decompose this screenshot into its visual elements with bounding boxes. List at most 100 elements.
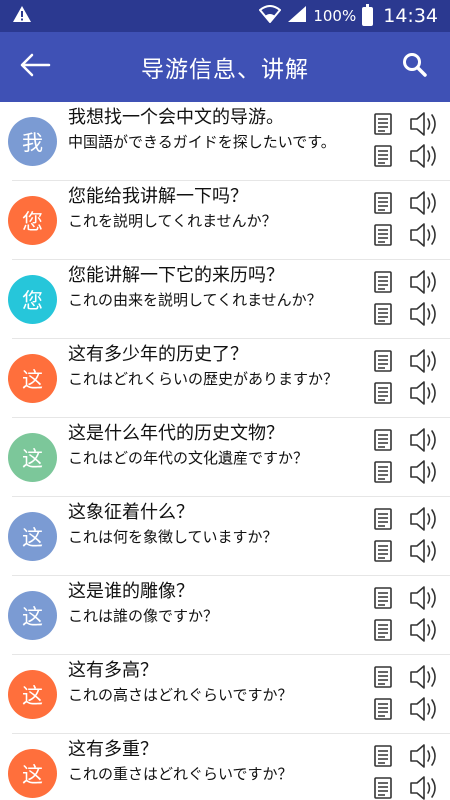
speaker-icon: [410, 507, 436, 531]
document-icon: [374, 224, 392, 246]
document-icon: [374, 429, 392, 451]
speak-chinese-button[interactable]: [408, 425, 442, 455]
speak-japanese-button[interactable]: [408, 378, 442, 408]
back-button[interactable]: [0, 32, 70, 102]
chinese-text: 您能给我讲解一下吗？: [68, 186, 248, 207]
copy-japanese-button[interactable]: [372, 617, 394, 643]
speaker-icon: [410, 302, 436, 326]
list-item[interactable]: 这 这有多重？ これの重さはどれぐらいですか？: [8, 734, 450, 800]
list-item[interactable]: 这 这是什么年代的历史文物？ これはどの年代の文化遺産ですか？: [8, 418, 450, 497]
copy-chinese-button[interactable]: [372, 506, 394, 532]
japanese-text: これの由来を説明してくれませんか？: [68, 291, 322, 309]
copy-chinese-button[interactable]: [372, 111, 394, 137]
battery-percent: 100%: [313, 7, 357, 25]
document-icon: [374, 192, 392, 214]
japanese-text: これの高さはどれぐらいですか？: [68, 686, 293, 704]
speak-chinese-button[interactable]: [408, 267, 442, 297]
warning-icon: [12, 5, 32, 27]
chinese-text: 这是谁的雕像？: [68, 581, 194, 602]
list-item[interactable]: 这 这象征着什么？ これは何を象徴していますか？: [8, 497, 450, 576]
copy-japanese-button[interactable]: [372, 696, 394, 722]
speak-chinese-button[interactable]: [408, 109, 442, 139]
document-icon: [374, 461, 392, 483]
copy-chinese-button[interactable]: [372, 427, 394, 453]
document-icon: [374, 145, 392, 167]
document-icon: [374, 698, 392, 720]
chinese-text: 这有多重？: [68, 739, 158, 760]
speak-japanese-button[interactable]: [408, 220, 442, 250]
speak-chinese-button[interactable]: [408, 741, 442, 771]
phrase-list[interactable]: 我 我想找一个会中文的导游。 中国語ができるガイドを探したいです。 您 您能给我…: [0, 102, 450, 800]
speak-japanese-button[interactable]: [408, 615, 442, 645]
speak-chinese-button[interactable]: [408, 662, 442, 692]
list-item[interactable]: 我 我想找一个会中文的导游。 中国語ができるガイドを探したいです。: [8, 102, 450, 181]
japanese-text: これを説明してくれませんか？: [68, 212, 277, 230]
speaker-icon: [410, 618, 436, 642]
avatar: 这: [8, 354, 57, 403]
list-item[interactable]: 您 您能讲解一下它的来历吗？ これの由来を説明してくれませんか？: [8, 260, 450, 339]
list-item[interactable]: 您 您能给我讲解一下吗？ これを説明してくれませんか？: [8, 181, 450, 260]
search-button[interactable]: [380, 32, 450, 102]
document-icon: [374, 113, 392, 135]
speaker-icon: [410, 112, 436, 136]
document-icon: [374, 619, 392, 641]
speak-chinese-button[interactable]: [408, 188, 442, 218]
copy-chinese-button[interactable]: [372, 585, 394, 611]
speak-chinese-button[interactable]: [408, 583, 442, 613]
copy-japanese-button[interactable]: [372, 775, 394, 800]
copy-japanese-button[interactable]: [372, 380, 394, 406]
chinese-text: 这有多少年的历史了？: [68, 344, 248, 365]
speaker-icon: [410, 665, 436, 689]
speak-japanese-button[interactable]: [408, 694, 442, 724]
avatar: 这: [8, 591, 57, 640]
wifi-icon: [258, 5, 282, 27]
speaker-icon: [410, 144, 436, 168]
copy-chinese-button[interactable]: [372, 348, 394, 374]
copy-chinese-button[interactable]: [372, 269, 394, 295]
speaker-icon: [410, 744, 436, 768]
copy-japanese-button[interactable]: [372, 143, 394, 169]
chinese-text: 这有多高？: [68, 660, 158, 681]
list-item[interactable]: 这 这有多少年的历史了？ これはどれくらいの歴史がありますか？: [8, 339, 450, 418]
copy-japanese-button[interactable]: [372, 459, 394, 485]
page-title: 导游信息、讲解: [141, 57, 309, 83]
copy-chinese-button[interactable]: [372, 664, 394, 690]
speaker-icon: [410, 586, 436, 610]
japanese-text: 中国語ができるガイドを探したいです。: [68, 133, 336, 151]
speaker-icon: [410, 191, 436, 215]
list-item[interactable]: 这 这有多高？ これの高さはどれぐらいですか？: [8, 655, 450, 734]
copy-chinese-button[interactable]: [372, 743, 394, 769]
speak-japanese-button[interactable]: [408, 299, 442, 329]
avatar: 您: [8, 275, 57, 324]
avatar: 您: [8, 196, 57, 245]
status-time: 14:34: [383, 5, 438, 27]
speak-japanese-button[interactable]: [408, 536, 442, 566]
document-icon: [374, 271, 392, 293]
copy-japanese-button[interactable]: [372, 301, 394, 327]
chinese-text: 您能讲解一下它的来历吗？: [68, 265, 284, 286]
arrow-left-icon: [19, 53, 51, 81]
speaker-icon: [410, 223, 436, 247]
document-icon: [374, 382, 392, 404]
speak-chinese-button[interactable]: [408, 346, 442, 376]
avatar: 这: [8, 670, 57, 719]
speak-japanese-button[interactable]: [408, 773, 442, 800]
speak-chinese-button[interactable]: [408, 504, 442, 534]
app-bar: 导游信息、讲解: [0, 32, 450, 102]
copy-japanese-button[interactable]: [372, 538, 394, 564]
list-item[interactable]: 这 这是谁的雕像？ これは誰の像ですか？: [8, 576, 450, 655]
avatar: 我: [8, 117, 57, 166]
speak-japanese-button[interactable]: [408, 457, 442, 487]
speak-japanese-button[interactable]: [408, 141, 442, 171]
speaker-icon: [410, 776, 436, 800]
speaker-icon: [410, 349, 436, 373]
document-icon: [374, 666, 392, 688]
copy-japanese-button[interactable]: [372, 222, 394, 248]
document-icon: [374, 508, 392, 530]
status-bar: 100% 14:34: [0, 0, 450, 32]
search-icon: [402, 52, 428, 82]
chinese-text: 这是什么年代的历史文物？: [68, 423, 284, 444]
copy-chinese-button[interactable]: [372, 190, 394, 216]
avatar: 这: [8, 749, 57, 798]
document-icon: [374, 777, 392, 799]
